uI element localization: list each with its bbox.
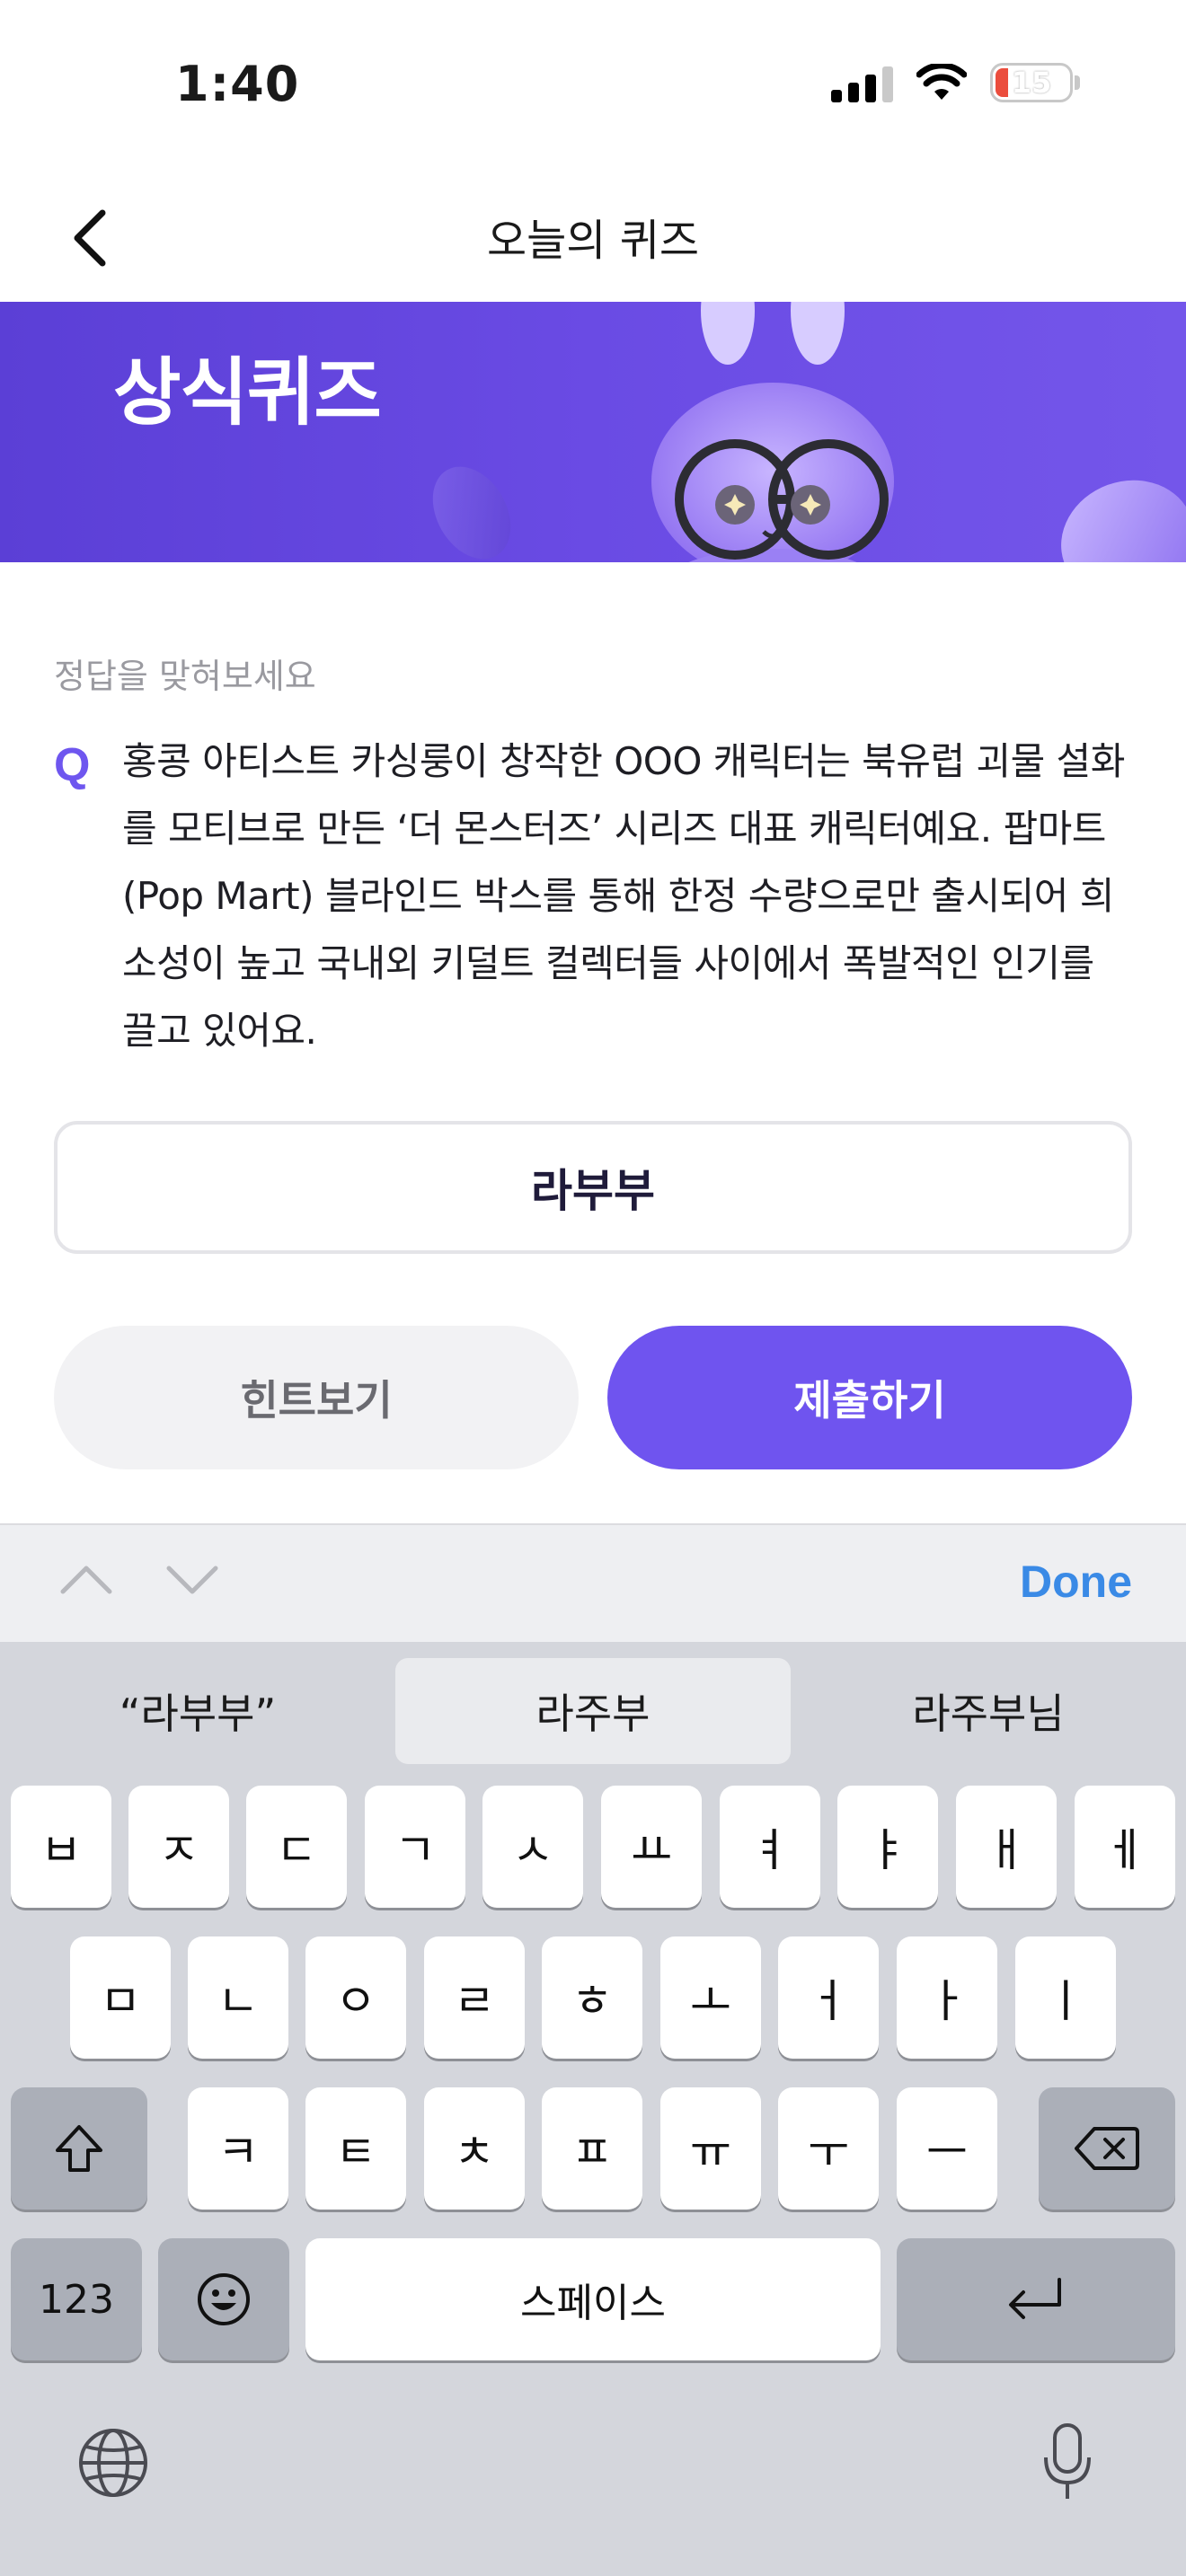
- key[interactable]: ㄱ: [365, 1786, 465, 1908]
- suggestion-bar: “라부부” 라주부 라주부님: [0, 1658, 1186, 1764]
- key[interactable]: ㅇ: [305, 1936, 406, 2059]
- done-button[interactable]: Done: [1020, 1556, 1132, 1608]
- shift-icon: [56, 2125, 102, 2172]
- status-bar: 1:40 15: [0, 0, 1186, 171]
- key[interactable]: ㅗ: [660, 1936, 761, 2059]
- quiz-banner: 상식퀴즈: [0, 302, 1186, 562]
- suggestion-item[interactable]: 라주부: [395, 1658, 791, 1764]
- backspace-icon: [1075, 2127, 1139, 2170]
- space-key[interactable]: 스페이스: [305, 2238, 881, 2360]
- key[interactable]: ㅎ: [542, 1936, 642, 2059]
- return-key[interactable]: [897, 2238, 1175, 2360]
- suggestion-item[interactable]: “라부부”: [0, 1658, 395, 1764]
- question-marker: Q: [54, 739, 91, 791]
- keyboard: “라부부” 라주부 라주부님 ㅂ ㅈ ㄷ ㄱ ㅅ ㅛ ㅕ ㅑ ㅐ ㅔ ㅁ ㄴ ㅇ…: [0, 1642, 1186, 2576]
- quiz-instruction: 정답을 맞혀보세요: [54, 657, 316, 696]
- key[interactable]: ㅓ: [778, 1936, 879, 2059]
- suggestion-item[interactable]: 라주부님: [791, 1658, 1186, 1764]
- key[interactable]: ㄴ: [188, 1936, 288, 2059]
- rabbit-mascot-icon: [651, 302, 894, 562]
- coin-decoration: [417, 453, 527, 562]
- key[interactable]: ㅌ: [305, 2087, 406, 2210]
- key[interactable]: ㄷ: [246, 1786, 347, 1908]
- cellular-signal-icon: [831, 63, 893, 102]
- banner-title: 상식퀴즈: [113, 350, 382, 436]
- key[interactable]: ㅅ: [482, 1786, 583, 1908]
- answer-input[interactable]: 라부부: [54, 1121, 1132, 1254]
- hint-button[interactable]: 힌트보기: [54, 1326, 579, 1469]
- key[interactable]: ㅛ: [601, 1786, 702, 1908]
- key[interactable]: ㅍ: [542, 2087, 642, 2210]
- key[interactable]: ㅋ: [188, 2087, 288, 2210]
- microphone-icon[interactable]: [1040, 2422, 1094, 2504]
- chevron-down-icon[interactable]: [165, 1561, 219, 1597]
- key[interactable]: ㅡ: [897, 2087, 997, 2210]
- wifi-icon: [916, 64, 967, 100]
- emoji-key[interactable]: [158, 2238, 289, 2360]
- key[interactable]: ㅂ: [11, 1786, 111, 1908]
- key[interactable]: ㅏ: [897, 1936, 997, 2059]
- battery-level: 15: [1011, 66, 1052, 100]
- key[interactable]: ㅔ: [1075, 1786, 1175, 1908]
- key[interactable]: ㅊ: [424, 2087, 525, 2210]
- submit-button[interactable]: 제출하기: [607, 1326, 1132, 1469]
- emoji-icon: [198, 2273, 250, 2325]
- key[interactable]: ㅈ: [128, 1786, 229, 1908]
- return-icon: [1009, 2278, 1061, 2319]
- page-title: 오늘의 퀴즈: [486, 216, 700, 266]
- shift-key[interactable]: [11, 2087, 147, 2210]
- numbers-key[interactable]: 123: [11, 2238, 142, 2360]
- keyboard-toolbar: Done: [0, 1523, 1186, 1642]
- coin-decoration: [1044, 462, 1186, 562]
- key[interactable]: ㅕ: [720, 1786, 820, 1908]
- question-text: 홍콩 아티스트 카싱룽이 창작한 OOO 캐릭터는 북유럽 괴물 설화를 모티브…: [122, 739, 1125, 1053]
- key[interactable]: ㅐ: [956, 1786, 1057, 1908]
- chevron-up-icon[interactable]: [59, 1561, 113, 1597]
- key[interactable]: ㅠ: [660, 2087, 761, 2210]
- key[interactable]: ㅁ: [70, 1936, 171, 2059]
- status-icons: 15: [831, 63, 1080, 102]
- nav-header: 오늘의 퀴즈: [0, 171, 1186, 302]
- key[interactable]: ㄹ: [424, 1936, 525, 2059]
- key[interactable]: ㅑ: [837, 1786, 938, 1908]
- key[interactable]: ㅣ: [1015, 1936, 1116, 2059]
- backspace-key[interactable]: [1039, 2087, 1175, 2210]
- battery-icon: 15: [990, 63, 1080, 102]
- key[interactable]: ㅜ: [778, 2087, 879, 2210]
- globe-icon[interactable]: [75, 2425, 151, 2501]
- status-time: 1:40: [175, 56, 300, 112]
